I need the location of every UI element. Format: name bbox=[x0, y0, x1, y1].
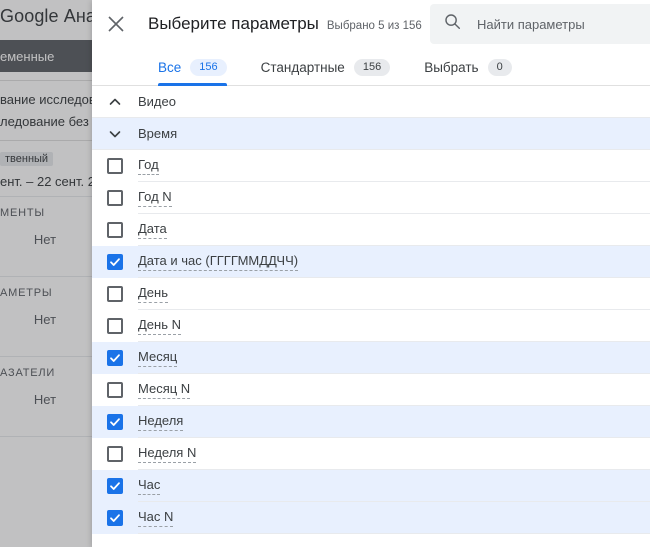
chevron-down-icon bbox=[92, 126, 138, 142]
dialog-header: Выберите параметры Выбрано 5 из 156 bbox=[92, 0, 650, 48]
checkbox-icon[interactable] bbox=[107, 382, 123, 398]
checkbox-cell[interactable] bbox=[92, 254, 138, 270]
checkbox-icon[interactable] bbox=[107, 446, 123, 462]
list-item-text: Неделя N bbox=[138, 438, 650, 470]
tab-standard[interactable]: Стандартные 156 bbox=[261, 48, 391, 85]
checkbox-icon[interactable] bbox=[107, 286, 123, 302]
list-item[interactable]: Час bbox=[92, 470, 650, 502]
list-item-text: Год N bbox=[138, 182, 650, 214]
tab-standard-badge: 156 bbox=[353, 59, 391, 76]
search-input[interactable] bbox=[477, 16, 627, 32]
list-item[interactable]: Дата и час (ГГГГММДДЧЧ) bbox=[92, 246, 650, 278]
search-icon bbox=[444, 13, 461, 35]
tab-selected-label: Выбрать bbox=[424, 60, 479, 75]
list-item-label: Месяц N bbox=[138, 381, 191, 399]
checkbox-icon[interactable] bbox=[107, 158, 123, 174]
list-item[interactable]: День N bbox=[92, 310, 650, 342]
list-item-text: Дата и час (ГГГГММДДЧЧ) bbox=[138, 246, 650, 278]
list-item-text: Месяц bbox=[138, 342, 650, 374]
list-item-text: День bbox=[138, 278, 650, 310]
list-item-text: Год bbox=[138, 150, 650, 182]
dialog-selection-count: Выбрано 5 из 156 bbox=[326, 20, 422, 32]
checkbox-cell[interactable] bbox=[92, 414, 138, 430]
select-dimensions-dialog: Выберите параметры Выбрано 5 из 156 Все … bbox=[92, 0, 650, 547]
list-item-label: Дата bbox=[138, 221, 167, 239]
group-row-video-label: Видео bbox=[138, 94, 176, 109]
list-item[interactable]: День bbox=[92, 278, 650, 310]
list-item[interactable]: Неделя N bbox=[92, 438, 650, 470]
list-item[interactable]: Год bbox=[92, 150, 650, 182]
screen-root: Google Анал еменные вание исследова ледо… bbox=[0, 0, 650, 547]
list-item-label: Неделя N bbox=[138, 445, 197, 463]
dialog-title: Выберите параметры bbox=[148, 14, 319, 33]
checkbox-cell[interactable] bbox=[92, 318, 138, 334]
list-item[interactable]: Месяц bbox=[92, 342, 650, 374]
list-item[interactable]: Месяц N bbox=[92, 374, 650, 406]
tab-selected[interactable]: Выбрать 0 bbox=[424, 48, 512, 85]
list-item-text: Неделя bbox=[138, 406, 650, 438]
list-item-label: День bbox=[138, 285, 168, 303]
checkbox-icon[interactable] bbox=[107, 414, 123, 430]
list-item-label: Час bbox=[138, 477, 161, 495]
group-row-time-label: Время bbox=[138, 126, 178, 141]
group-row-time[interactable]: Время bbox=[92, 118, 650, 150]
search-box[interactable] bbox=[430, 4, 650, 44]
tab-standard-label: Стандартные bbox=[260, 60, 345, 75]
list-item-text: Дата bbox=[138, 214, 650, 246]
dimension-list[interactable]: Видео Время Год Год N Дата Дата и час (Г… bbox=[92, 86, 650, 547]
tab-selected-badge: 0 bbox=[487, 59, 512, 76]
tab-all-label: Все bbox=[158, 60, 182, 75]
list-item-text: День N bbox=[138, 310, 650, 342]
close-icon[interactable] bbox=[92, 0, 140, 48]
checkbox-cell[interactable] bbox=[92, 350, 138, 366]
checkbox-icon[interactable] bbox=[107, 478, 123, 494]
list-item-label: Час N bbox=[138, 509, 174, 527]
checkbox-cell[interactable] bbox=[92, 158, 138, 174]
list-item[interactable]: Год N bbox=[92, 182, 650, 214]
checkbox-cell[interactable] bbox=[92, 510, 138, 526]
checkbox-cell[interactable] bbox=[92, 446, 138, 462]
chevron-up-icon bbox=[92, 94, 138, 110]
group-row-video[interactable]: Видео bbox=[92, 86, 650, 118]
checkbox-cell[interactable] bbox=[92, 222, 138, 238]
list-item-label: День N bbox=[138, 317, 181, 335]
list-item-label: Год N bbox=[138, 189, 172, 207]
checkbox-cell[interactable] bbox=[92, 190, 138, 206]
list-item-label: Неделя bbox=[138, 413, 184, 431]
checkbox-icon[interactable] bbox=[107, 254, 123, 270]
list-item[interactable]: Час N bbox=[92, 502, 650, 534]
list-item-text: Час bbox=[138, 470, 650, 502]
list-item-label: Дата и час (ГГГГММДДЧЧ) bbox=[138, 253, 299, 271]
checkbox-icon[interactable] bbox=[107, 510, 123, 526]
list-item[interactable]: Неделя bbox=[92, 406, 650, 438]
list-item-label: Месяц bbox=[138, 349, 178, 367]
dialog-tabs: Все 156 Стандартные 156 Выбрать 0 bbox=[92, 48, 650, 86]
checkbox-cell[interactable] bbox=[92, 382, 138, 398]
checkbox-icon[interactable] bbox=[107, 222, 123, 238]
checkbox-icon[interactable] bbox=[107, 190, 123, 206]
tab-all[interactable]: Все 156 bbox=[158, 48, 227, 86]
list-item-text: Час N bbox=[138, 502, 650, 534]
list-item[interactable]: Дата bbox=[92, 214, 650, 246]
checkbox-icon[interactable] bbox=[107, 350, 123, 366]
list-item-text: Месяц N bbox=[138, 374, 650, 406]
tab-all-badge: 156 bbox=[190, 59, 227, 76]
checkbox-cell[interactable] bbox=[92, 478, 138, 494]
list-item-label: Год bbox=[138, 157, 159, 175]
checkbox-icon[interactable] bbox=[107, 318, 123, 334]
checkbox-cell[interactable] bbox=[92, 286, 138, 302]
